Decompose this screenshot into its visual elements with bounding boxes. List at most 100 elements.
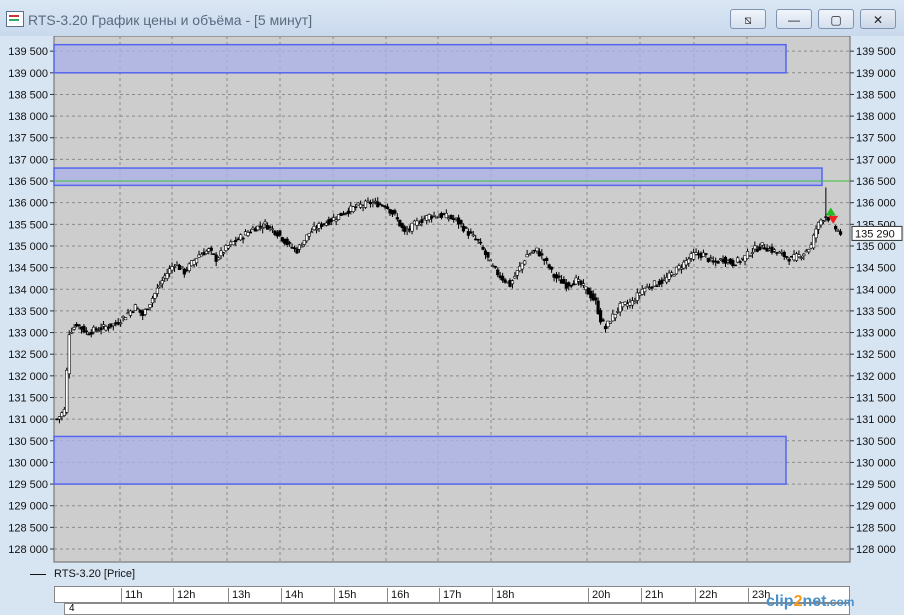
candle-body [89,331,93,335]
candle-body [513,276,517,279]
candle-body [797,254,801,258]
candle-body [248,231,253,234]
candle-body [84,330,88,333]
y-tick-label-right: 138 000 [856,111,896,123]
chart-legend: RTS-3.20 [Price] [30,568,135,580]
candle-body [371,202,375,205]
window-titlebar: RTS-3.20 График цены и объёма - [5 минут… [0,0,904,37]
candle-body [70,331,74,334]
candle-body [226,245,231,249]
y-tick-label-right: 137 500 [856,133,896,145]
candle-body [464,227,468,229]
candle-body [608,321,612,324]
y-tick-label-right: 130 500 [856,436,896,448]
time-label: 14h [281,588,303,603]
candle-body [760,242,764,246]
price-zone [53,43,787,74]
candle-body [97,330,101,332]
y-tick-label-left: 133 500 [8,306,48,318]
candle-body [314,228,319,231]
candle-body [106,327,111,329]
minimize-button[interactable]: — [776,9,812,29]
time-label: 15h [334,588,356,603]
y-tick-label-right: 139 500 [856,46,896,58]
candle-body [430,216,434,219]
candle-body [302,240,306,245]
price-chart[interactable]: 128 000 128 000 128 500 128 500 129 000 129 0… [0,36,904,566]
y-tick-label-right: 134 500 [856,263,896,275]
candle-body [405,229,409,232]
candle-body [119,322,123,325]
y-tick-label-left: 129 000 [8,501,48,513]
candle-body [300,245,304,248]
candle-body [231,241,235,246]
candle-body [395,217,399,220]
time-label: 17h [439,588,461,603]
candle-body [310,231,314,234]
candle-body [153,293,157,299]
y-tick-label-left: 131 500 [8,392,48,404]
candle-body [753,245,757,250]
current-price-label: 135 290 [855,228,895,240]
y-tick-label-left: 134 500 [8,263,48,275]
candle-body [99,327,103,331]
time-axis-bar: 11h 12h 13h 14h 15h 16h 17h 18h 20h 21h … [54,586,850,603]
y-tick-label-right: 136 500 [856,176,896,188]
candle-body [459,220,463,225]
candle-body [802,253,806,257]
candle-body [77,324,81,327]
candle-body [709,257,713,260]
candle-body [221,252,226,255]
candle-body [716,261,720,264]
time-label: 22h [695,588,717,603]
chart-area[interactable]: 128 000 128 000 128 500 128 500 129 000 129 0… [0,36,904,615]
candle-body [733,264,737,267]
restore-button[interactable]: ▢ [818,9,854,29]
candle-body [212,253,216,255]
candle-body [385,206,390,209]
candle-body [354,206,358,209]
candle-body [821,220,826,222]
y-tick-label-left: 134 000 [8,284,48,296]
candle-body [417,223,421,226]
legend-line-icon [30,573,46,575]
candle-body [613,314,617,319]
close-button[interactable]: ✕ [860,9,896,29]
candle-body [160,280,164,285]
y-tick-label-right: 137 000 [856,154,896,166]
candle-body [633,301,637,304]
candle-body [750,252,755,254]
y-tick-label-left: 136 000 [8,198,48,210]
time-label: 12h [173,588,195,603]
candle-body [410,222,414,232]
candle-body [807,248,811,253]
candle-body [652,280,657,287]
y-tick-label-right: 135 000 [856,241,896,253]
time-label: 11h [121,588,143,603]
tile-windows-button[interactable]: ⧅ [730,9,766,29]
price-zone [53,435,787,485]
candle-body [660,279,664,284]
candle-body [94,328,98,331]
candle-body [782,251,786,257]
candle-body [594,297,598,301]
candle-body [772,249,777,252]
candle-body [444,212,448,219]
candle-body [217,257,221,261]
candle-body [787,258,791,262]
candle-body [545,258,549,262]
candle-body [241,237,245,240]
candle-body [527,253,532,256]
y-tick-label-left: 129 500 [8,479,48,491]
candle-body [569,284,573,287]
y-tick-label-left: 136 500 [8,176,48,188]
candle-body [155,287,159,294]
candle-body [261,227,265,229]
candle-body [814,228,818,239]
candle-body [748,255,752,257]
y-tick-label-right: 132 000 [856,371,896,383]
y-tick-label-right: 128 500 [856,522,896,534]
candle-body [488,259,493,262]
candle-body [838,231,843,235]
y-tick-label-right: 138 500 [856,89,896,101]
